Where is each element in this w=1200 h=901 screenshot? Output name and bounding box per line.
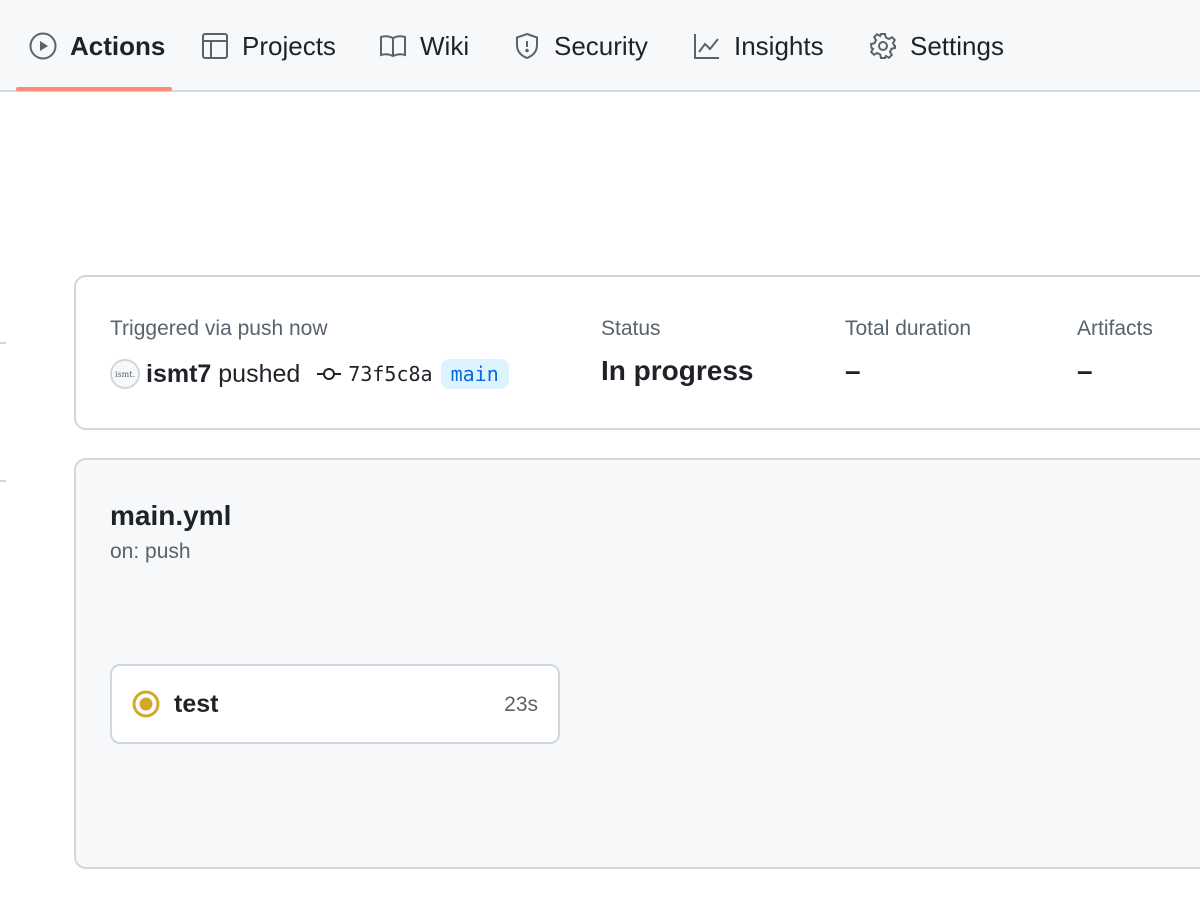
avatar[interactable]: ismt. [110, 359, 140, 389]
graph-icon [694, 34, 719, 59]
artifacts-value: – [1077, 355, 1093, 386]
artifacts-label: Artifacts [1077, 317, 1153, 340]
trigger-label: Triggered via push now [110, 317, 328, 340]
tab-security[interactable]: Security [512, 0, 648, 92]
tab-projects-label: Projects [242, 30, 336, 61]
tab-actions-label: Actions [70, 30, 166, 61]
job-name: test [174, 690, 219, 718]
push-actor: ismt7 pushed [146, 360, 300, 389]
tab-security-label: Security [554, 30, 648, 61]
tab-insights[interactable]: Insights [692, 0, 824, 92]
gear-icon [869, 32, 897, 60]
workflow-graph-card: main.yml on: push test 23s [74, 458, 1200, 869]
trigger-details: ismt. ismt7 pushed 73f5c8a main [110, 357, 509, 391]
tab-insights-label: Insights [734, 30, 824, 61]
commit-sha-link[interactable]: 73f5c8a [348, 362, 432, 386]
run-summary-card: Triggered via push now ismt. ismt7 pushe… [74, 275, 1200, 430]
branch-badge[interactable]: main [440, 359, 509, 389]
play-icon [29, 32, 57, 60]
tab-settings[interactable]: Settings [868, 0, 1004, 92]
tab-settings-label: Settings [910, 30, 1004, 61]
tab-actions[interactable]: Actions [28, 0, 165, 92]
job-test[interactable]: test 23s [110, 664, 560, 744]
actor-name[interactable]: ismt7 [146, 360, 211, 388]
repo-nav: Actions Projects Wiki Security Insights [0, 0, 1200, 92]
push-action: pushed [218, 359, 301, 388]
status-label: Status [601, 317, 661, 340]
status-value: In progress [601, 355, 754, 386]
shield-icon [516, 32, 538, 60]
commit-icon [317, 368, 342, 380]
sidebar-edge-tick [0, 342, 6, 344]
workflow-trigger: on: push [110, 540, 191, 563]
active-tab-underline [16, 87, 172, 91]
tab-wiki[interactable]: Wiki [378, 0, 469, 92]
duration-value: – [845, 355, 861, 386]
duration-label: Total duration [845, 317, 972, 340]
workflow-file-name: main.yml [110, 500, 232, 531]
sidebar-edge-tick [0, 480, 6, 482]
tab-projects[interactable]: Projects [200, 0, 336, 92]
job-duration: 23s [504, 693, 538, 716]
book-icon [380, 35, 406, 58]
in-progress-status-icon [132, 690, 160, 718]
table-icon [202, 33, 228, 59]
tab-wiki-label: Wiki [420, 30, 470, 61]
